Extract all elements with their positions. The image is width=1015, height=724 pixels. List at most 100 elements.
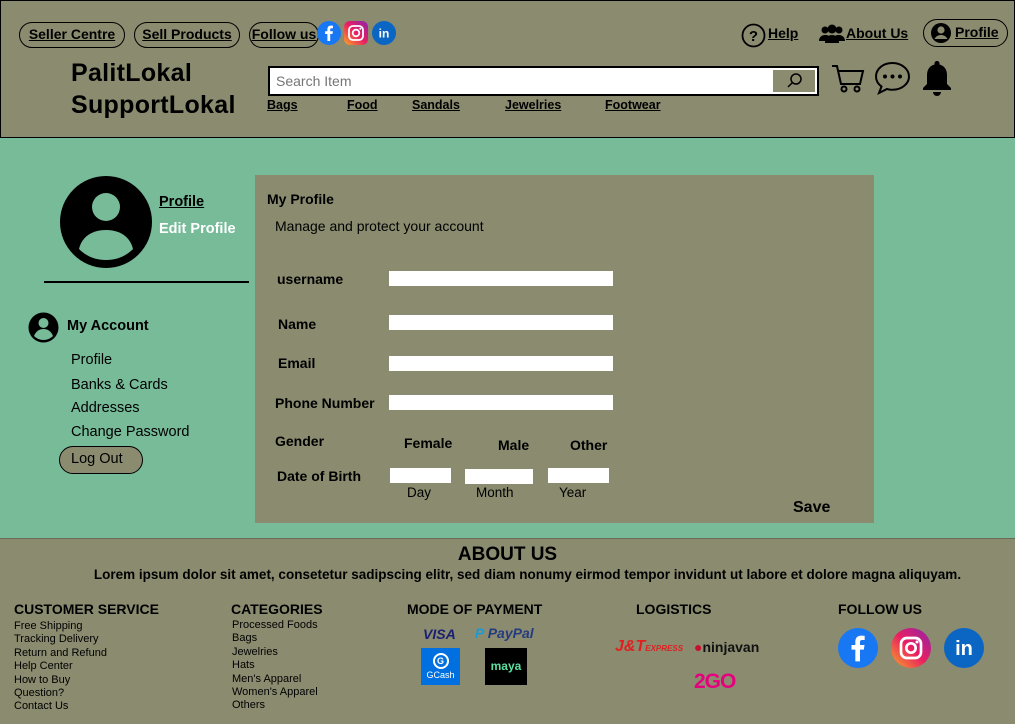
footer-linkedin-icon[interactable]: in	[944, 628, 984, 668]
logout-button[interactable]: Log Out	[59, 446, 143, 474]
footer-link[interactable]: Return and Refund	[14, 647, 107, 660]
about-section: ABOUT US Lorem ipsum dolor sit amet, con…	[0, 538, 1015, 590]
maya-logo: maya	[485, 648, 527, 685]
sidebar-item-change-password[interactable]: Change Password	[71, 424, 190, 440]
jt-express-label: EXPRESS	[645, 644, 684, 653]
footer-link[interactable]: Bags	[232, 632, 318, 645]
dob-label: Date of Birth	[277, 468, 361, 484]
username-field[interactable]	[389, 271, 613, 286]
jt-label: J&T	[615, 638, 646, 655]
site-header: Seller Centre Sell Products Follow us in…	[0, 0, 1015, 138]
category-food[interactable]: Food	[347, 98, 378, 112]
category-bags[interactable]: Bags	[267, 98, 298, 112]
gender-option-other[interactable]: Other	[570, 437, 607, 453]
paypal-logo: P PayPal	[475, 625, 534, 641]
avatar	[60, 176, 152, 268]
sidebar-profile-link[interactable]: Profile	[159, 194, 204, 210]
site-footer: CUSTOMER SERVICE Free Shipping Tracking …	[0, 590, 1015, 724]
phone-field[interactable]	[389, 395, 613, 410]
category-jewelries[interactable]: Jewelries	[505, 98, 561, 112]
email-label: Email	[278, 355, 316, 371]
ninjavan-label: ninjavan	[702, 639, 760, 655]
username-label: username	[277, 271, 344, 287]
account-icon	[28, 312, 59, 343]
category-footwear[interactable]: Footwear	[605, 98, 661, 112]
footer-link[interactable]: How to Buy	[14, 674, 107, 687]
gender-option-female[interactable]: Female	[404, 435, 452, 451]
form-title: My Profile	[267, 191, 334, 207]
svg-text:in: in	[955, 638, 973, 660]
dob-month-label: Month	[476, 485, 514, 500]
paypal-label: PayPal	[487, 625, 534, 641]
my-account-heading: My Account	[67, 318, 149, 334]
footer-link[interactable]: Hats	[232, 659, 318, 672]
facebook-icon[interactable]	[317, 21, 341, 45]
sidebar-item-addresses[interactable]: Addresses	[71, 400, 140, 416]
phone-label: Phone Number	[275, 395, 375, 411]
seller-centre-button[interactable]: Seller Centre	[19, 22, 125, 48]
sidebar-divider	[44, 281, 249, 283]
footer-link[interactable]: Contact Us	[14, 700, 107, 713]
brand-name: PalitLokal	[71, 59, 193, 87]
svg-text:in: in	[379, 27, 390, 41]
profile-button[interactable]: Profile	[923, 19, 1008, 47]
footer-link[interactable]: Jewelries	[232, 646, 318, 659]
name-field[interactable]	[389, 315, 613, 330]
chat-icon[interactable]	[874, 61, 911, 96]
follow-us-button[interactable]: Follow us	[249, 22, 319, 48]
footer-link[interactable]: Women's Apparel	[232, 686, 318, 699]
profile-form-panel: My Profile Manage and protect your accou…	[255, 175, 874, 523]
bell-icon[interactable]	[921, 59, 953, 96]
ninjavan-logo: ●ninjavan	[694, 639, 760, 655]
instagram-icon[interactable]	[344, 21, 368, 45]
about-us-link[interactable]: About Us	[846, 25, 908, 41]
users-icon	[818, 24, 846, 44]
gcash-label: GCash	[426, 670, 455, 680]
footer-link[interactable]: Others	[232, 699, 318, 712]
categories-list: Processed Foods Bags Jewelries Hats Men'…	[232, 619, 318, 713]
profile-label: Profile	[955, 24, 999, 40]
linkedin-icon[interactable]: in	[372, 21, 396, 45]
category-sandals[interactable]: Sandals	[412, 98, 460, 112]
form-subtitle: Manage and protect your account	[275, 218, 484, 234]
gender-option-male[interactable]: Male	[498, 437, 529, 453]
name-label: Name	[278, 316, 317, 332]
customer-service-heading: CUSTOMER SERVICE	[14, 601, 159, 617]
search-input[interactable]	[270, 68, 773, 94]
gender-label: Gender	[275, 433, 325, 449]
help-icon[interactable]: ?	[741, 23, 766, 48]
footer-instagram-icon[interactable]	[891, 628, 931, 668]
sell-products-button[interactable]: Sell Products	[134, 22, 240, 48]
email-field[interactable]	[389, 356, 613, 371]
footer-link[interactable]: Men's Apparel	[232, 673, 318, 686]
dob-year-label: Year	[559, 485, 587, 500]
footer-link[interactable]: Processed Foods	[232, 619, 318, 632]
dob-month-field[interactable]	[465, 469, 533, 484]
payment-heading: MODE OF PAYMENT	[407, 601, 543, 617]
follow-us-heading: FOLLOW US	[838, 601, 922, 617]
dob-day-field[interactable]	[390, 468, 451, 483]
footer-link[interactable]: Question?	[14, 687, 107, 700]
search-bar	[268, 66, 819, 96]
sidebar-item-profile[interactable]: Profile	[71, 352, 112, 368]
about-text: Lorem ipsum dolor sit amet, consetetur s…	[93, 567, 962, 582]
2go-logo: 2GO	[694, 670, 736, 693]
sidebar-item-banks-cards[interactable]: Banks & Cards	[71, 377, 168, 393]
dob-year-field[interactable]	[548, 468, 609, 483]
svg-text:?: ?	[749, 28, 758, 45]
visa-logo: VISA	[423, 626, 456, 642]
cart-icon[interactable]	[831, 61, 865, 95]
save-button[interactable]: Save	[793, 499, 830, 517]
customer-service-list: Free Shipping Tracking Delivery Return a…	[14, 620, 107, 714]
footer-link[interactable]: Free Shipping	[14, 620, 107, 633]
edit-profile-link[interactable]: Edit Profile	[159, 221, 236, 237]
help-link[interactable]: Help	[768, 25, 798, 41]
about-title: ABOUT US	[457, 544, 558, 565]
brand-tagline: SupportLokal	[71, 91, 236, 119]
footer-link[interactable]: Tracking Delivery	[14, 633, 107, 646]
categories-heading: CATEGORIES	[231, 601, 323, 617]
footer-link[interactable]: Help Center	[14, 660, 107, 673]
footer-facebook-icon[interactable]	[838, 628, 878, 668]
logistics-heading: LOGISTICS	[636, 601, 712, 617]
search-button[interactable]	[773, 70, 815, 92]
